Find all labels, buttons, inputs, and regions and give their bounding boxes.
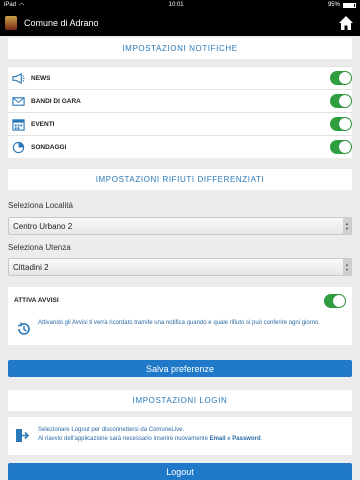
save-preferences-button[interactable]: Salva preferenze: [8, 360, 352, 377]
news-toggle[interactable]: [330, 71, 352, 85]
avvisi-toggle[interactable]: [324, 294, 346, 308]
login-description: Selezionare Logout per disconnettersi da…: [38, 426, 348, 444]
app-header: Comune di Adrano: [0, 10, 360, 36]
login-line-1: Selezionare Logout per disconnettersi da…: [38, 427, 185, 433]
notification-label: EVENTI: [31, 120, 55, 128]
app-title: Comune di Adrano: [24, 18, 99, 28]
notification-row-eventi: EVENTI: [8, 112, 352, 135]
status-bar: iPad ◠ 10:01 95%: [0, 0, 360, 10]
locality-select[interactable]: Centro Urbano 2 ▲ ▼: [8, 217, 352, 235]
megaphone-icon: [12, 72, 25, 85]
history-clock-icon: [18, 322, 30, 335]
avvisi-info: Attivando gli Avvisi ti verrà ricordato …: [8, 315, 352, 345]
clock: 10:01: [168, 2, 184, 8]
utenza-select[interactable]: Cittadini 2 ▲ ▼: [8, 258, 352, 276]
locality-value: Centro Urbano 2: [13, 221, 73, 231]
logout-icon: [16, 429, 29, 442]
notification-row-news: NEWS: [8, 66, 352, 89]
login-section-header: IMPOSTAZIONI LOGIN: [8, 390, 352, 411]
municipality-crest-icon: [5, 16, 17, 30]
select-arrow-icon: ▲ ▼: [343, 259, 351, 275]
waste-section-header: IMPOSTAZIONI RIFIUTI DIFFERENZIATI: [8, 169, 352, 190]
sondaggi-toggle[interactable]: [330, 140, 352, 154]
notification-label: SONDAGGI: [31, 143, 67, 151]
notification-label: BANDI DI GARA: [31, 97, 81, 105]
notification-row-sondaggi: SONDAGGI: [8, 135, 352, 158]
battery-icon: [342, 2, 356, 8]
select-arrow-icon: ▲ ▼: [343, 218, 351, 234]
poll-chart-icon: [12, 141, 25, 154]
login-line-2: Al riavvio dell'applicazione sarà necess…: [38, 436, 263, 442]
envelope-icon: [12, 95, 25, 108]
utenza-value: Cittadini 2: [13, 262, 49, 272]
device-label: iPad: [4, 2, 17, 8]
notifications-section-header: IMPOSTAZIONI NOTIFICHE: [8, 38, 352, 59]
login-info: Selezionare Logout per disconnettersi da…: [8, 417, 352, 455]
wifi-icon: ◠: [19, 2, 25, 9]
utenza-label: Seleziona Utenza: [8, 243, 71, 252]
locality-label: Seleziona Località: [8, 201, 73, 210]
home-icon[interactable]: [338, 15, 354, 31]
notification-row-bandi: BANDI DI GARA: [8, 89, 352, 112]
avvisi-label: ATTIVA AVVISI: [14, 297, 59, 304]
calendar-icon: [12, 118, 25, 131]
battery-percent: 95%: [327, 2, 340, 8]
notification-label: NEWS: [31, 74, 51, 82]
bandi-toggle[interactable]: [330, 94, 352, 108]
logout-button[interactable]: Logout: [8, 463, 352, 480]
eventi-toggle[interactable]: [330, 117, 352, 131]
avvisi-description: Attivando gli Avvisi ti verrà ricordato …: [38, 320, 321, 326]
